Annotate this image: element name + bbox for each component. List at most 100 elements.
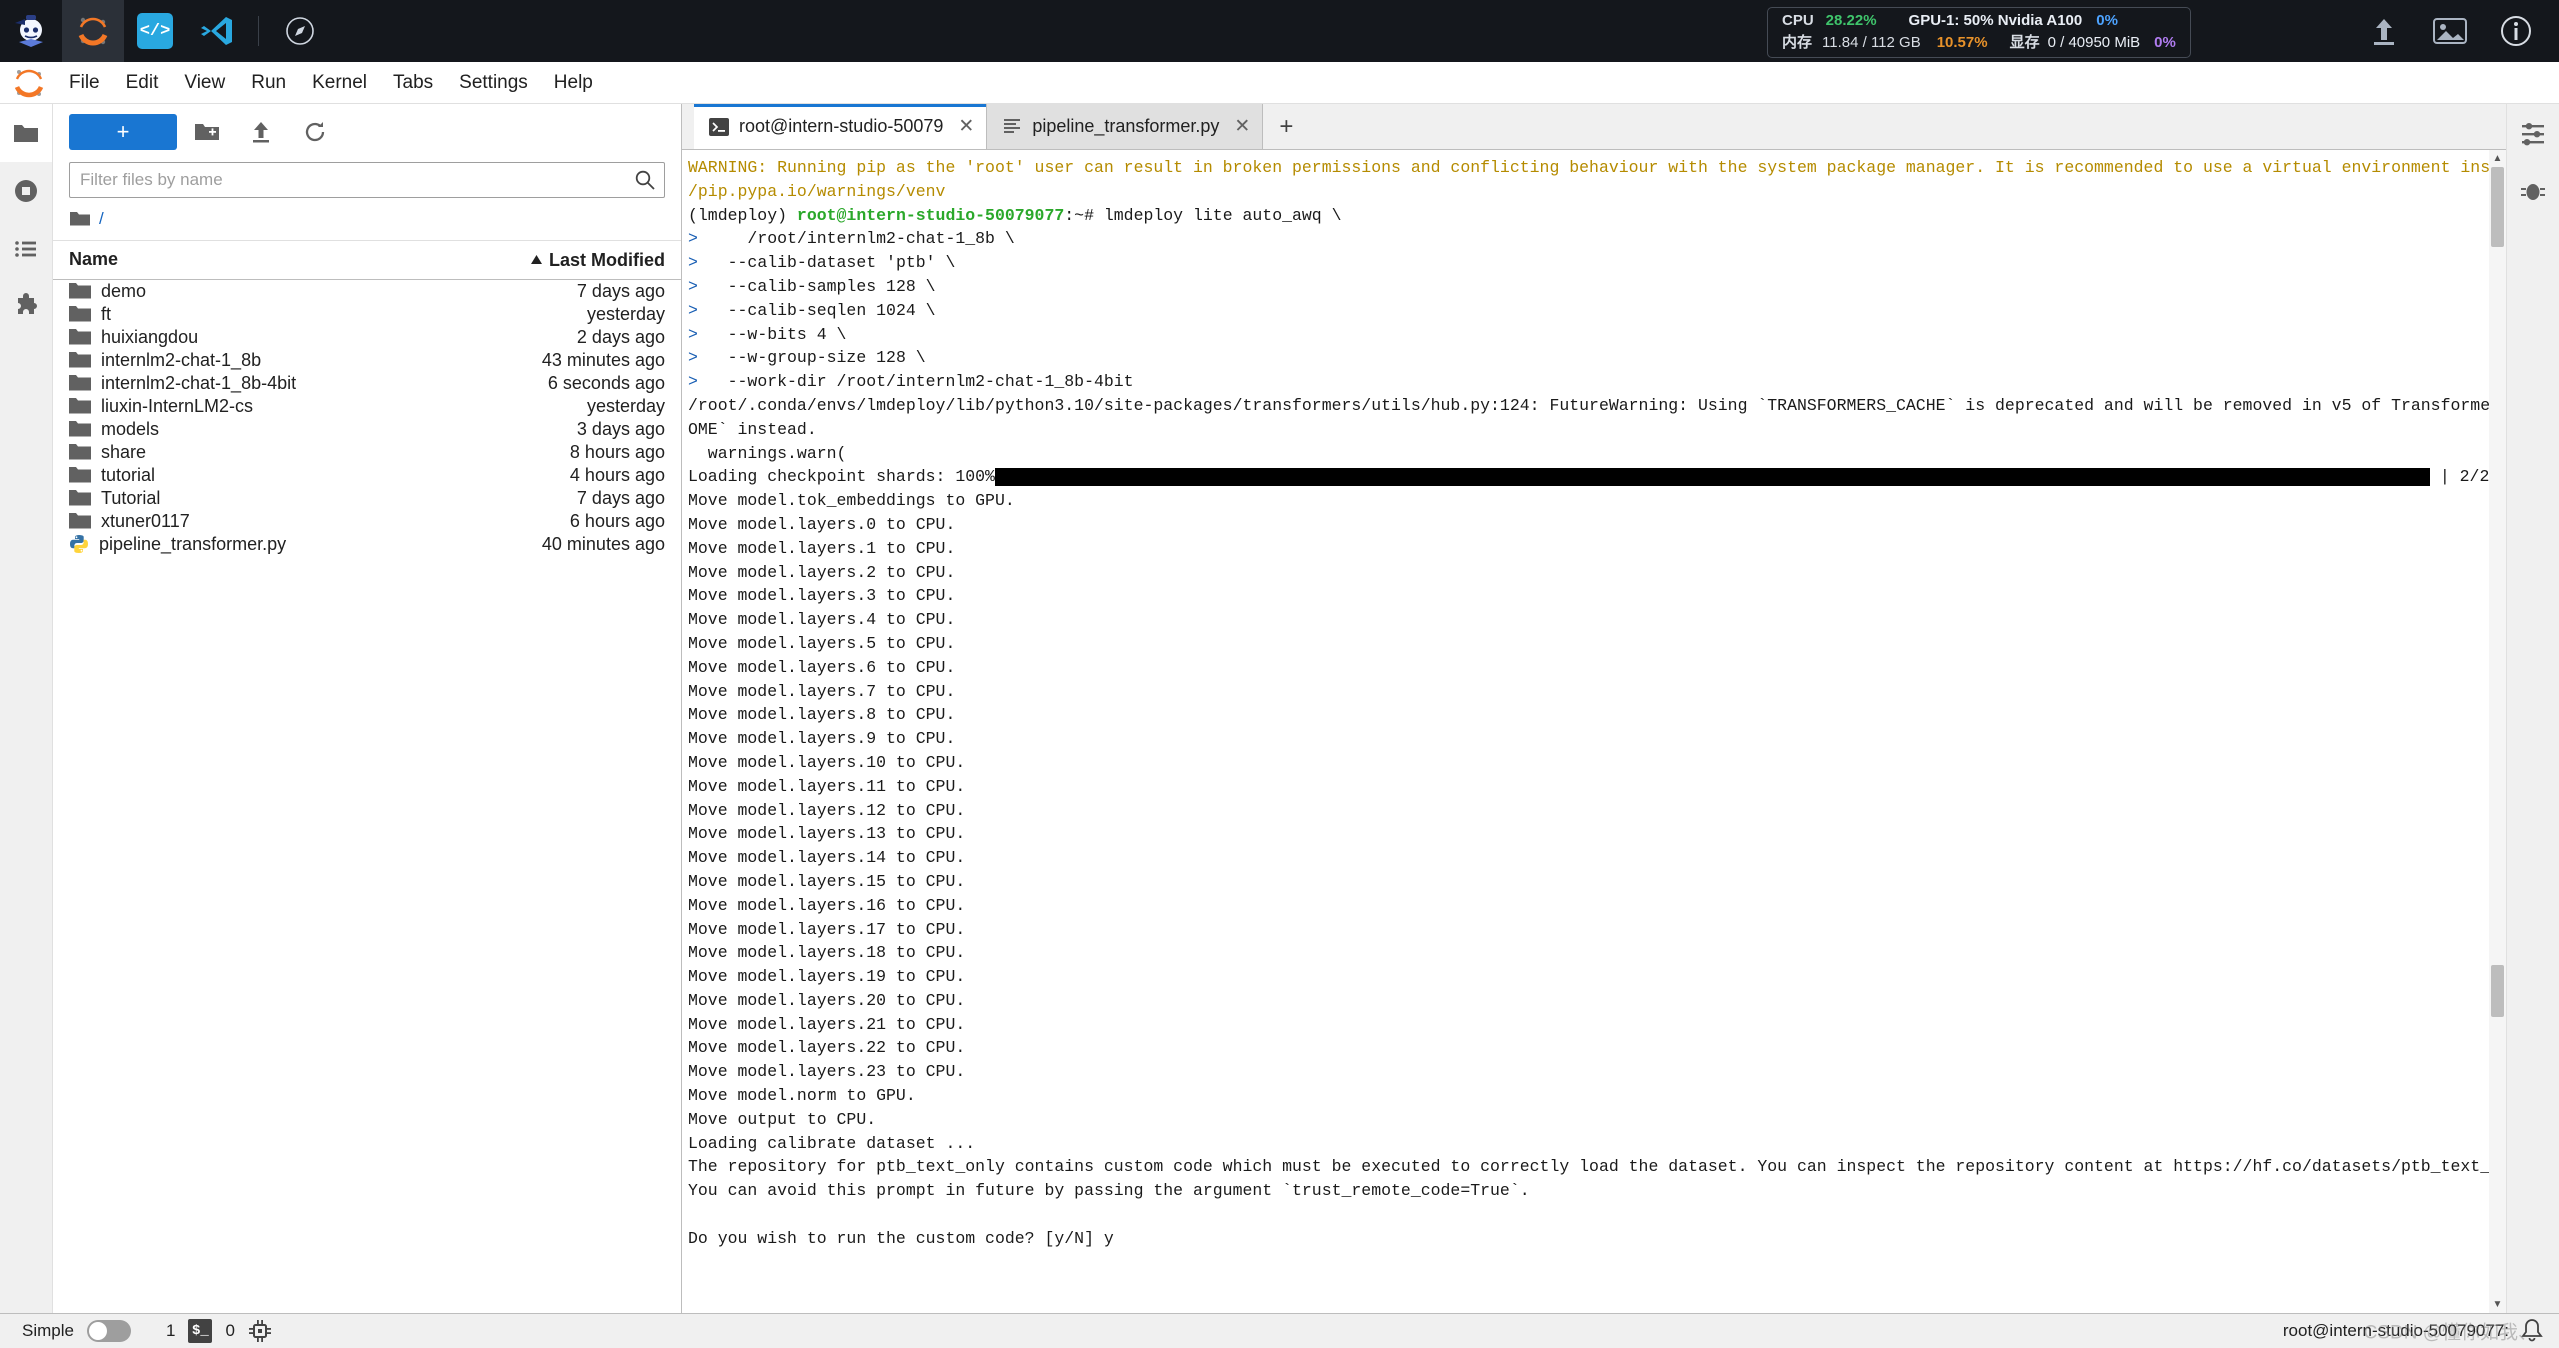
folder-icon [69,488,91,508]
terminal-line: > --work-dir /root/internlm2-chat-1_8b-4… [688,372,1134,392]
terminal-output[interactable]: WARNING: Running pip as the 'root' user … [682,150,2506,1313]
file-list-item[interactable]: huixiangdou 2 days ago [53,326,681,349]
terminal-line: Move model.layers.13 to CPU. [688,824,966,844]
search-input[interactable] [80,170,634,190]
refresh-icon [305,122,325,142]
terminal-line: Move model.layers.19 to CPU. [688,967,966,987]
file-item-modified: 3 days ago [576,418,665,439]
tab-pipeline-transformer[interactable]: pipeline_transformer.py ✕ [987,104,1264,149]
file-list-item[interactable]: xtuner0117 6 hours ago [53,510,681,533]
folder-icon [69,465,91,485]
terminal-line: /root/.conda/envs/lmdeploy/lib/python3.1… [688,395,2506,415]
memory-pct: 10.57% [1936,34,1988,51]
terminal-line: > --calib-samples 128 \ [688,276,936,296]
menu-kernel[interactable]: Kernel [299,62,380,104]
menu-settings[interactable]: Settings [446,62,541,104]
terminal-line: > --calib-dataset 'ptb' \ [688,253,956,273]
terminal-line: Do you wish to run the custom code? [y/N… [688,1228,1114,1248]
scrollbar-thumb[interactable] [2491,965,2504,1017]
left-sidebar-rail [0,104,53,1313]
jupyter-menu-logo-icon [14,69,44,97]
menu-help[interactable]: Help [541,62,606,104]
info-icon[interactable] [2483,0,2549,62]
column-header-name[interactable]: Name [69,249,475,270]
column-header-modified[interactable]: Last Modified [475,249,665,271]
file-item-label: internlm2-chat-1_8b-4bit [101,372,297,393]
sidebar-item-property-inspector[interactable] [2507,104,2559,162]
scroll-up-icon[interactable]: ▲ [2489,150,2506,167]
refresh-button[interactable] [291,114,339,150]
extensions-puzzle-icon [18,292,37,314]
internlm-logo-icon[interactable] [0,0,62,62]
folder-icon [69,304,91,324]
terminal-status-icon[interactable]: $_ [188,1319,213,1343]
new-folder-button[interactable] [183,114,231,150]
terminal-scrollbar[interactable]: ▲ ▼ [2489,150,2506,1313]
file-list-item[interactable]: tutorial 4 hours ago [53,464,681,487]
terminal-line: Move model.layers.22 to CPU. [688,1038,966,1058]
file-item-modified: 2 days ago [576,326,665,347]
upload-files-button[interactable] [237,114,285,150]
breadcrumb-root[interactable]: / [99,209,104,229]
scrollbar-thumb-top[interactable] [2491,167,2504,247]
menu-tabs[interactable]: Tabs [380,62,446,104]
terminal-line: WARNING: Running pip as the 'root' user … [688,158,2506,177]
code-server-icon[interactable]: </> [124,0,186,62]
tab-terminal[interactable]: root@intern-studio-50079 ✕ [694,104,988,149]
terminal-line: Move model.layers.4 to CPU. [688,610,956,630]
new-tab-button[interactable]: + [1263,104,1309,149]
jupyter-logo-icon[interactable] [62,0,124,62]
close-icon[interactable]: ✕ [1234,115,1250,138]
close-icon[interactable]: ✕ [958,115,974,138]
terminal-line: Move model.layers.10 to CPU. [688,752,966,772]
text-file-icon [1004,118,1021,133]
menu-file[interactable]: File [56,62,113,104]
breadcrumb[interactable]: / [53,198,681,241]
terminal-line: Move model.layers.14 to CPU. [688,848,966,868]
terminal-line: /pip.pypa.io/warnings/venv [688,181,946,201]
bug-icon [2521,183,2545,200]
menu-run[interactable]: Run [238,62,299,104]
menu-view[interactable]: View [171,62,238,104]
terminal-progress-line: Loading checkpoint shards: 100% | 2/2 [0… [688,467,2506,487]
new-launcher-button[interactable]: + [69,114,177,150]
sidebar-item-commands[interactable] [0,220,52,278]
gpu-pct: 0% [2096,12,2118,29]
notification-bell-icon[interactable] [2519,1318,2545,1344]
file-list-item[interactable]: pipeline_transformer.py 40 minutes ago [53,533,681,556]
filter-files-field[interactable] [69,162,665,198]
file-list-item[interactable]: Tutorial 7 days ago [53,487,681,510]
file-list-item[interactable]: internlm2-chat-1_8b 43 minutes ago [53,349,681,372]
terminal-line: Move model.layers.23 to CPU. [688,1062,966,1082]
sidebar-item-debugger[interactable] [2507,162,2559,220]
file-list-item[interactable]: internlm2-chat-1_8b-4bit 6 seconds ago [53,372,681,395]
sidebar-item-extensions[interactable] [0,278,52,336]
image-icon[interactable] [2417,0,2483,62]
folder-icon [69,327,91,347]
simple-mode-toggle[interactable] [86,1320,131,1342]
sidebar-item-file-browser[interactable] [0,104,52,162]
menu-edit[interactable]: Edit [113,62,172,104]
terminal-line: Move model.layers.7 to CPU. [688,681,956,701]
upload-icon[interactable] [2351,0,2417,62]
file-item-modified: 8 hours ago [569,441,665,462]
vscode-icon[interactable] [186,0,248,62]
column-header-name-label: Name [69,249,119,270]
status-left-group: Simple 1 $_ 0 [22,1319,272,1343]
vram-pct: 0% [2154,34,2176,51]
file-list-item[interactable]: ft yesterday [53,303,681,326]
scroll-down-icon[interactable]: ▼ [2489,1296,2506,1313]
terminal-line: Move model.layers.1 to CPU. [688,538,956,558]
top-app-bar: </> CPU 28.22% GPU-1: 50% Nvidia A100 0%… [0,0,2559,62]
search-icon [635,170,655,190]
file-list-header[interactable]: Name Last Modified [53,241,681,280]
stats-row-top: CPU 28.22% GPU-1: 50% Nvidia A100 0% [1782,12,2176,29]
sidebar-item-running-terminals[interactable] [0,162,52,220]
file-list-item[interactable]: demo 7 days ago [53,280,681,303]
compass-icon[interactable] [269,0,331,62]
file-list-item[interactable]: models 3 days ago [53,418,681,441]
cpu-chip-icon[interactable] [248,1319,272,1343]
file-list-item[interactable]: share 8 hours ago [53,441,681,464]
file-list-item[interactable]: liuxin-InternLM2-cs yesterday [53,395,681,418]
